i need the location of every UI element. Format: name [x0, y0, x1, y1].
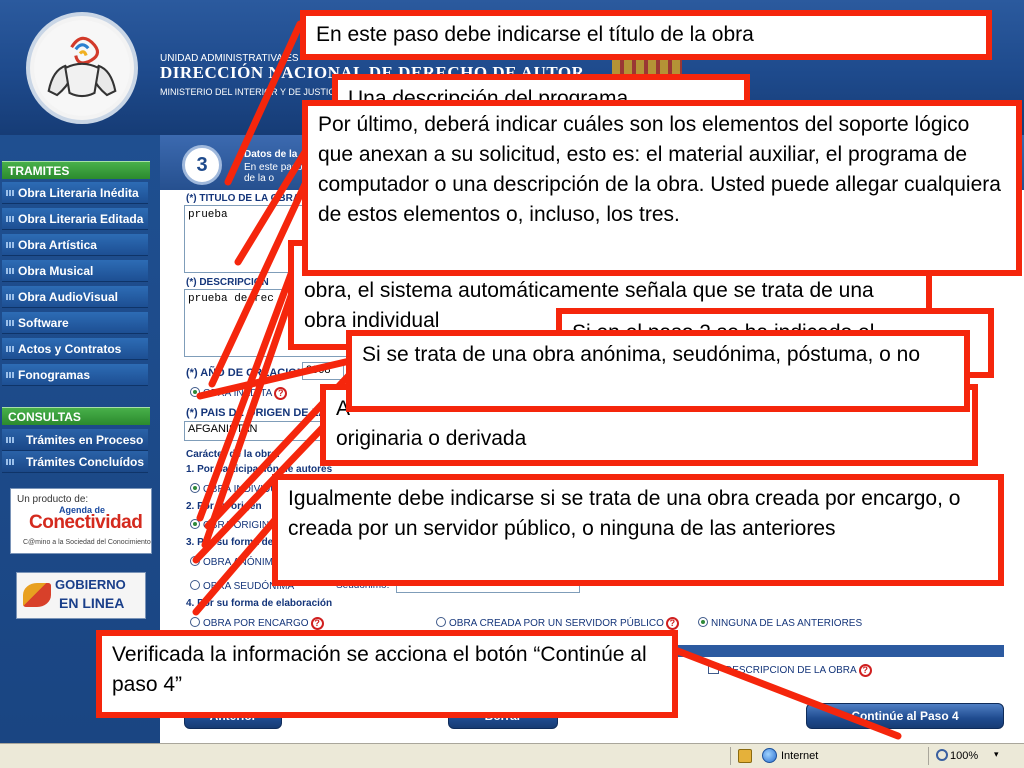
- promo-brand-text: Conectividad: [29, 512, 143, 533]
- sidebar-item-label: Software: [18, 316, 69, 330]
- sidebar-item-literaria-editada[interactable]: Obra Literaria Editada: [2, 208, 148, 230]
- sidebar-item-fonogramas[interactable]: Fonogramas: [2, 364, 148, 386]
- help-icon: ?: [274, 387, 288, 400]
- menu-bullet-icon: [6, 268, 14, 274]
- radio-empty-icon: [190, 617, 200, 627]
- gobierno-logo-icon: [23, 583, 51, 607]
- security-lock-icon: [738, 749, 752, 763]
- menu-bullet-icon: [6, 294, 14, 300]
- gobierno-en-linea-banner[interactable]: GOBIERNO EN LINEA: [16, 572, 146, 619]
- radio-empty-icon: [190, 580, 200, 590]
- title-label: (*) TITULO DE LA OBRA: [186, 193, 301, 204]
- sidebar-item-tramites-proceso[interactable]: Trámites en Proceso: [2, 429, 148, 451]
- help-icon: ?: [858, 664, 872, 677]
- step-description: En este paso: [244, 162, 303, 173]
- section4-label: 4. Por su forma de elaboración: [186, 598, 333, 609]
- checkbox-icon: [708, 663, 719, 674]
- security-zone-label: Internet: [781, 750, 819, 762]
- sidebar-item-label: Obra Artística: [18, 238, 97, 252]
- section2-label: 2. Por su origen: [186, 501, 262, 512]
- step-number-badge: 3: [182, 145, 222, 185]
- internet-zone-icon: [762, 748, 777, 763]
- descripcion-obra-checkbox[interactable]: DESCRIPCION DE LA OBRA?: [708, 663, 872, 677]
- sidebar-item-audiovisual[interactable]: Obra AudioVisual: [2, 286, 148, 308]
- menu-bullet-icon: [6, 437, 14, 443]
- annotation-title: En este paso debe indicarse el título de…: [300, 10, 992, 60]
- ninguna-option[interactable]: NINGUNA DE LAS ANTERIORES: [698, 617, 862, 629]
- sidebar-item-label: Fonogramas: [18, 368, 91, 382]
- annotation-anonima: Si se trata de una obra anónima, seudóni…: [346, 330, 970, 412]
- sidebar-item-literaria-inedita[interactable]: Obra Literaria Inédita: [2, 182, 148, 204]
- menu-bullet-icon: [6, 190, 14, 196]
- anonima-label: OBRA ANÓNIMA: [203, 557, 280, 568]
- menu-bullet-icon: [6, 346, 14, 352]
- sidebar-item-label: Obra Literaria Editada: [18, 212, 144, 226]
- promo2-line1: GOBIERNO: [55, 577, 126, 592]
- annotation-continue: Verificada la información se acciona el …: [96, 630, 678, 718]
- radio-selected-icon: [698, 617, 708, 627]
- radio-empty-icon: [190, 556, 200, 566]
- promo-small-text: Un producto de:: [17, 494, 89, 505]
- chevron-down-icon[interactable]: ▾: [994, 749, 999, 760]
- sidebar-item-tramites-concluidos[interactable]: Trámites Concluídos: [2, 451, 148, 473]
- radio-empty-icon: [436, 617, 446, 627]
- country-label: (*) PAIS DE ORIGEN DE LA: [186, 407, 327, 419]
- conectividad-banner[interactable]: Un producto de: Agenda de Conectividad C…: [10, 488, 152, 554]
- radio-selected-icon: [190, 483, 200, 493]
- year-input[interactable]: 2008: [302, 362, 344, 380]
- sidebar-item-label: Trámites en Proceso: [26, 433, 144, 447]
- sidebar-item-label: Obra AudioVisual: [18, 290, 119, 304]
- servidor-publico-label: OBRA CREADA POR UN SERVIDOR PÚBLICO: [449, 618, 664, 629]
- year-label: (*) AÑO DE CREACION: [186, 367, 305, 379]
- zoom-level[interactable]: 100%: [950, 750, 978, 762]
- annotation-soporte-logico: Por último, deberá indicar cuáles son lo…: [302, 100, 1022, 276]
- anonima-option[interactable]: OBRA ANÓNIMA: [190, 556, 280, 568]
- help-icon: ?: [665, 617, 679, 630]
- promo-tagline: C@mino a la Sociedad del Conocimiento: [23, 539, 151, 546]
- step-description: de la o: [244, 173, 275, 184]
- dnda-logo: [26, 12, 138, 124]
- character-label: Carácter de la obra:: [186, 449, 280, 460]
- sidebar-heading-tramites: TRAMITES: [2, 161, 150, 179]
- statusbar-separator: [730, 747, 731, 765]
- servidor-publico-option[interactable]: OBRA CREADA POR UN SERVIDOR PÚBLICO?: [436, 617, 679, 630]
- encargo-option[interactable]: OBRA POR ENCARGO?: [190, 617, 324, 630]
- sidebar-item-label: Trámites Concluídos: [26, 455, 145, 469]
- radio-selected-icon: [190, 519, 200, 529]
- continue-step4-button[interactable]: Continúe al Paso 4: [806, 703, 1004, 729]
- encargo-label: OBRA POR ENCARGO: [203, 618, 309, 629]
- header-ministry: MINISTERIO DEL INTERIOR Y DE JUSTICIA: [160, 87, 344, 97]
- sidebar-heading-consultas: CONSULTAS: [2, 407, 150, 425]
- promo2-line2: EN LINEA: [59, 595, 125, 611]
- help-icon: ?: [310, 617, 324, 630]
- menu-bullet-icon: [6, 320, 14, 326]
- menu-bullet-icon: [6, 216, 14, 222]
- step-title: Datos de la: [244, 149, 298, 160]
- sidebar-item-label: Obra Musical: [18, 264, 94, 278]
- radio-selected-icon: [190, 387, 200, 397]
- menu-bullet-icon: [6, 242, 14, 248]
- zoom-icon[interactable]: [936, 749, 948, 761]
- inedita-label: OBRA INÉDITA: [203, 388, 273, 399]
- browser-statusbar: Internet 100% ▾: [0, 743, 1024, 768]
- sidebar-item-actos-contratos[interactable]: Actos y Contratos: [2, 338, 148, 360]
- inedita-option[interactable]: OBRA INÉDITA?: [190, 387, 288, 400]
- sidebar-item-musical[interactable]: Obra Musical: [2, 260, 148, 282]
- sidebar-item-label: Actos y Contratos: [18, 342, 122, 356]
- sidebar-item-software[interactable]: Software: [2, 312, 148, 334]
- menu-bullet-icon: [6, 372, 14, 378]
- ninguna-label: NINGUNA DE LAS ANTERIORES: [711, 618, 863, 629]
- menu-bullet-icon: [6, 459, 14, 465]
- statusbar-separator: [928, 747, 929, 765]
- descripcion-obra-label: DESCRIPCION DE LA OBRA: [725, 665, 857, 676]
- annotation-originaria-text: originaria o derivada: [336, 427, 527, 450]
- annotation-encargo: Igualmente debe indicarse si se trata de…: [272, 474, 1004, 586]
- description-label: (*) DESCRIPCION: [186, 277, 269, 288]
- sidebar-item-label: Obra Literaria Inédita: [18, 186, 139, 200]
- sidebar-item-artistica[interactable]: Obra Artística: [2, 234, 148, 256]
